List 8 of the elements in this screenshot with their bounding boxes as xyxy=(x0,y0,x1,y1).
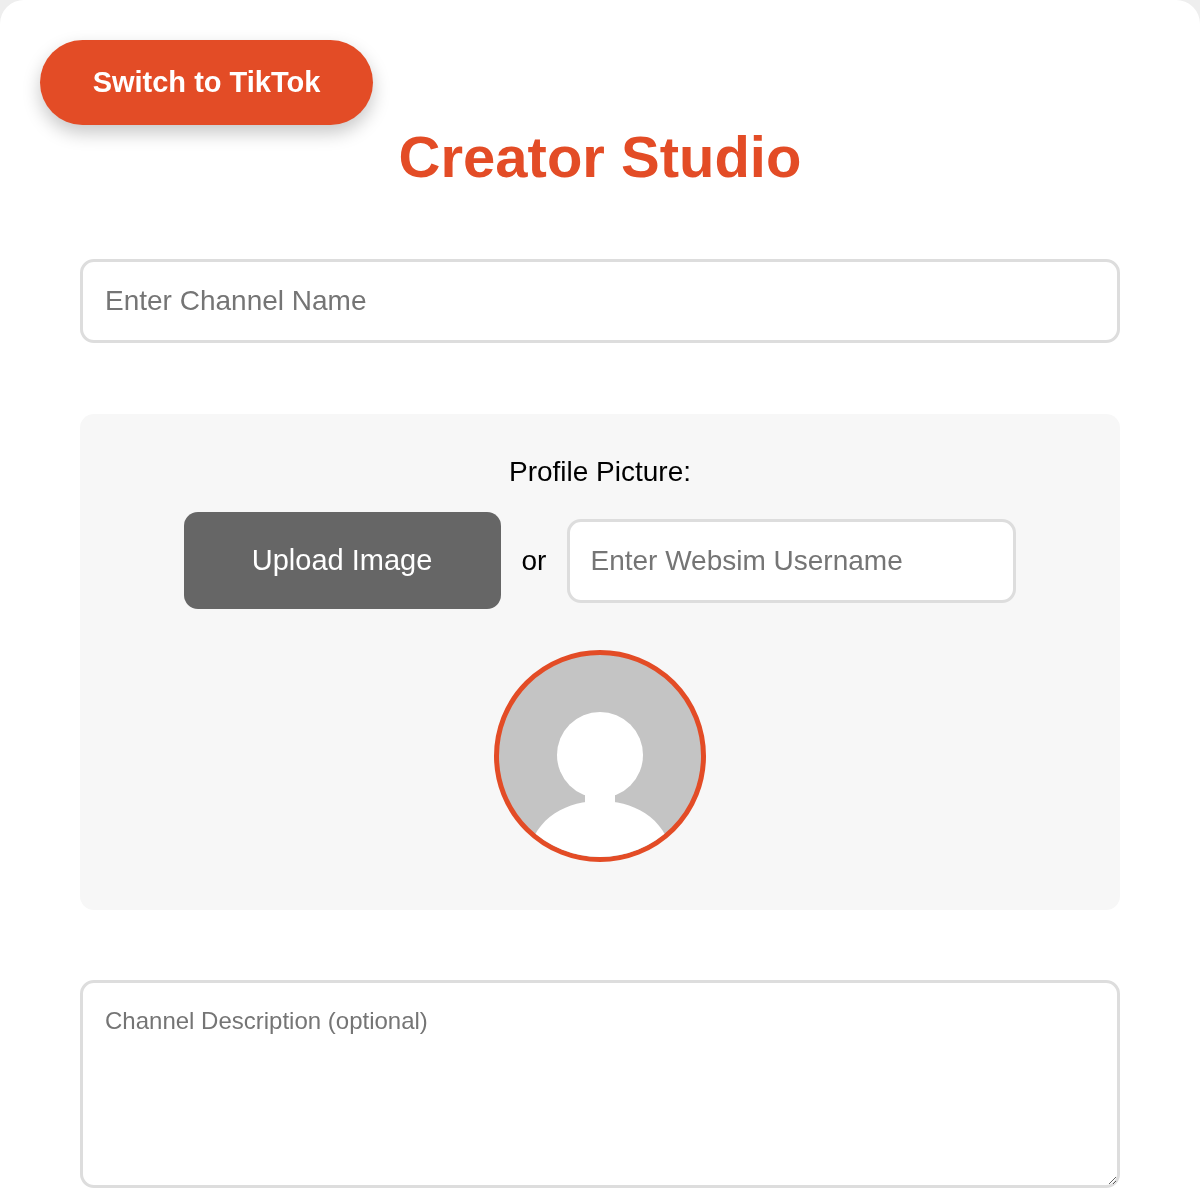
upload-image-button[interactable]: Upload Image xyxy=(183,512,501,609)
channel-description-field[interactable]: Channel Description (optional) xyxy=(80,980,1120,1188)
websim-username-field[interactable]: Enter Websim Username xyxy=(567,518,1017,603)
switch-platform-button[interactable]: Switch to TikTok xyxy=(40,40,373,125)
or-separator: or xyxy=(521,543,547,578)
profile-picture-label: Profile Picture: xyxy=(508,455,692,489)
channel-name-field[interactable]: Enter Channel Name xyxy=(80,259,1120,343)
page-title: Creator Studio xyxy=(398,125,802,189)
